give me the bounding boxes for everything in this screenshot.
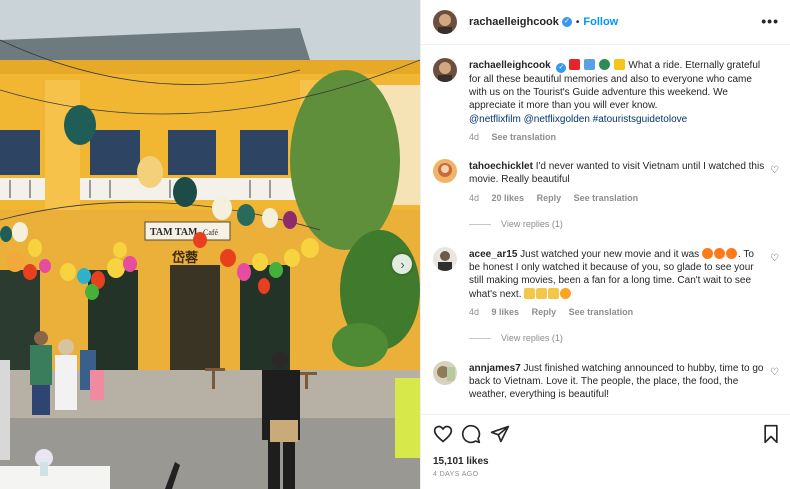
- comment-username[interactable]: acee_ar15: [469, 249, 517, 260]
- comment: tahoechicklet I'd never wanted to visit …: [433, 159, 779, 234]
- heart-emoji-icon: [569, 59, 581, 70]
- comments-list[interactable]: rachaelleighcook ✓ What a ride. Eternall…: [421, 46, 790, 414]
- comment-username[interactable]: annjames7: [469, 363, 521, 374]
- comment-time[interactable]: 4d: [469, 307, 479, 317]
- comment-reply-button[interactable]: Reply: [537, 193, 562, 203]
- post-side-panel: rachaelleighcook ✓ • Follow ••• rachaell…: [420, 0, 790, 489]
- separator-dot: •: [575, 16, 580, 28]
- sparkles-emoji-icon: [613, 59, 625, 70]
- comment-time[interactable]: 4d: [469, 193, 479, 203]
- praying-hands-emoji-icon: [548, 287, 560, 299]
- heart-icon[interactable]: [433, 424, 453, 444]
- street-scene-image: TAM TAM Café 岱蓉: [0, 0, 420, 489]
- heart-eyes-emoji-icon: [560, 287, 572, 299]
- post-likes-count[interactable]: 15,101 likes: [433, 456, 489, 467]
- fire-emoji-icon: [701, 248, 713, 259]
- like-comment-heart-icon[interactable]: ♡: [770, 367, 779, 378]
- comment-meta: 4d 9 likes Reply See translation: [469, 307, 643, 317]
- shop-sign-chinese: 岱蓉: [171, 250, 199, 266]
- post-header: rachaelleighcook ✓ • Follow •••: [421, 0, 790, 45]
- post-photo[interactable]: TAM TAM Café 岱蓉 ›: [0, 0, 420, 489]
- caption-meta: 4d See translation: [469, 132, 566, 142]
- view-replies-label: View replies (1): [501, 219, 563, 229]
- verified-badge-icon: ✓: [556, 63, 567, 73]
- fire-emoji-icon: [713, 248, 725, 259]
- next-photo-button[interactable]: ›: [392, 254, 412, 274]
- verified-badge-icon: ✓: [561, 17, 572, 27]
- follow-button[interactable]: Follow: [583, 16, 618, 28]
- post-timestamp[interactable]: 4 DAYS AGO: [433, 471, 479, 478]
- comment: annjames7 Just finished watching announc…: [433, 361, 779, 411]
- view-replies-label: View replies (1): [501, 333, 563, 343]
- comment-text: tahoechicklet I'd never wanted to visit …: [469, 160, 765, 186]
- view-replies-button[interactable]: View replies (1): [469, 333, 563, 343]
- commenter-avatar[interactable]: [433, 247, 457, 271]
- shop-sign: TAM TAM: [150, 227, 198, 238]
- caption-avatar[interactable]: [433, 58, 457, 82]
- caption-time[interactable]: 4d: [469, 132, 479, 142]
- post-actions: 15,101 likes 4 DAYS AGO: [421, 414, 790, 489]
- replies-line: [469, 223, 491, 225]
- caption-text: rachaelleighcook ✓ What a ride. Eternall…: [469, 59, 765, 126]
- author-username[interactable]: rachaelleighcook: [469, 16, 559, 28]
- comment-meta: 4d 20 likes Reply See translation: [469, 193, 648, 203]
- commenter-avatar[interactable]: [433, 159, 457, 183]
- comment-reply-button[interactable]: Reply: [532, 307, 557, 317]
- comment-username[interactable]: tahoechicklet: [469, 161, 533, 172]
- globe-emoji-icon: [598, 59, 610, 70]
- bookmark-icon[interactable]: [762, 424, 780, 444]
- praying-hands-emoji-icon: [524, 287, 536, 299]
- airplane-emoji-icon: [584, 59, 596, 70]
- author-avatar[interactable]: [433, 10, 457, 34]
- like-comment-heart-icon[interactable]: ♡: [770, 253, 779, 264]
- praying-hands-emoji-icon: [536, 287, 548, 299]
- caption-username[interactable]: rachaelleighcook: [469, 60, 551, 71]
- caption-see-translation[interactable]: See translation: [492, 132, 557, 142]
- fire-emoji-icon: [725, 248, 737, 259]
- comment-likes[interactable]: 20 likes: [492, 193, 525, 203]
- instagram-post: TAM TAM Café 岱蓉 › rachaelleighcook ✓ • F…: [0, 0, 790, 489]
- comment-likes[interactable]: 9 likes: [492, 307, 520, 317]
- like-comment-heart-icon[interactable]: ♡: [770, 165, 779, 176]
- comment: acee_ar15 Just watched your new movie an…: [433, 247, 779, 347]
- comment-text: annjames7 Just finished watching announc…: [469, 362, 765, 402]
- comment-icon[interactable]: [461, 424, 481, 444]
- share-icon[interactable]: [490, 424, 510, 444]
- comment-see-translation[interactable]: See translation: [569, 307, 634, 317]
- commenter-avatar[interactable]: [433, 361, 457, 385]
- comment-see-translation[interactable]: See translation: [574, 193, 639, 203]
- caption-tags[interactable]: @netflixfilm @netflixgolden #atouristsgu…: [469, 114, 687, 125]
- caption: rachaelleighcook ✓ What a ride. Eternall…: [433, 58, 779, 148]
- view-replies-button[interactable]: View replies (1): [469, 219, 563, 229]
- more-options-icon[interactable]: •••: [761, 13, 779, 29]
- comment-message-start: Just watched your new movie and it was: [520, 249, 700, 260]
- replies-line: [469, 337, 491, 339]
- comment-text: acee_ar15 Just watched your new movie an…: [469, 248, 765, 301]
- chevron-right-icon: ›: [400, 256, 405, 272]
